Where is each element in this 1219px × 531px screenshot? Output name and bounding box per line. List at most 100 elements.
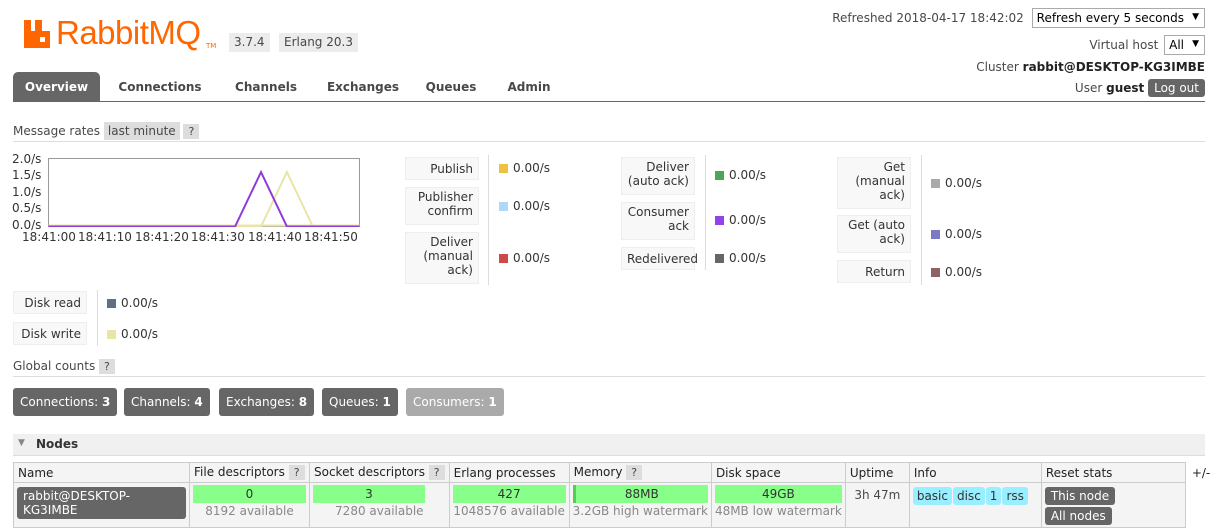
help-icon[interactable]: ? xyxy=(288,465,305,480)
disk-bar: 49GB xyxy=(714,485,842,503)
count-label: Exchanges: xyxy=(226,395,295,409)
divider xyxy=(13,376,1205,377)
info-tag-count[interactable]: 1 xyxy=(985,487,1002,505)
divider xyxy=(488,155,489,285)
rate-value: 0.00/s xyxy=(945,265,983,279)
help-icon[interactable]: ? xyxy=(626,465,643,480)
rate-deliver-manual-value: 0.00/s xyxy=(499,251,550,265)
plot-border xyxy=(48,158,360,227)
swatch xyxy=(499,164,508,173)
legend-redelivered[interactable]: Redelivered xyxy=(621,247,698,270)
col-memory: Memory ? xyxy=(568,462,712,483)
col-label: File descriptors xyxy=(194,465,285,479)
col-name[interactable]: Name xyxy=(13,462,190,483)
legend-deliver-manual-ack[interactable]: Deliver (manual ack) xyxy=(405,232,479,284)
swatch xyxy=(931,268,940,277)
channels-count-button[interactable]: Channels: 4 xyxy=(124,388,210,416)
rate-consumer-ack-value: 0.00/s xyxy=(715,213,766,227)
rate-value: 0.00/s xyxy=(121,296,159,310)
legend-publisher-confirm[interactable]: Publisher confirm xyxy=(405,187,479,225)
vhost-select[interactable]: All xyxy=(1164,35,1205,55)
swatch xyxy=(499,202,508,211)
reset-all-nodes-button[interactable]: All nodes xyxy=(1044,507,1112,525)
erlang-version-badge: Erlang 20.3 xyxy=(279,33,358,52)
col-reset-stats: Reset stats xyxy=(1040,462,1186,483)
table-header-row: Name File descriptors ? Socket descripto… xyxy=(13,462,1215,483)
tab-connections[interactable]: Connections xyxy=(110,72,210,102)
reset-cell: This node All nodes xyxy=(1040,482,1186,528)
y-tick-label: 2.0/s xyxy=(12,152,42,166)
rate-redelivered-value: 0.00/s xyxy=(715,251,766,265)
y-tick-label: 1.0/s xyxy=(12,185,42,199)
help-icon[interactable]: ? xyxy=(428,465,445,480)
swatch xyxy=(715,216,724,225)
divider xyxy=(921,155,922,285)
legend-get-auto-ack[interactable]: Get (auto ack) xyxy=(837,215,911,253)
count-label: Consumers: xyxy=(413,395,485,409)
info-tag-basic[interactable]: basic xyxy=(912,487,952,505)
rate-get-auto-value: 0.00/s xyxy=(931,227,982,241)
info-tag-disc[interactable]: disc xyxy=(952,487,985,505)
legend-deliver-auto-ack[interactable]: Deliver (auto ack) xyxy=(621,157,695,195)
connections-count-button[interactable]: Connections: 3 xyxy=(13,388,118,416)
ep-available: 1048576 available xyxy=(453,504,565,518)
rabbitmq-logo[interactable]: RabbitMQ TM xyxy=(22,14,222,52)
fd-bar: 0 xyxy=(193,485,306,503)
swatch xyxy=(107,299,116,308)
chart-plot-area xyxy=(48,158,360,227)
sd-bar: 3 xyxy=(313,485,425,503)
memory-cell: 88MB 3.2GB high watermark xyxy=(568,482,712,528)
consumers-count-button[interactable]: Consumers: 1 xyxy=(406,388,504,416)
sd-cell: 3 7280 available xyxy=(309,482,450,528)
table-row: rabbit@DESKTOP-KG3IMBE 0 8192 available 3… xyxy=(13,482,1215,528)
swatch xyxy=(499,254,508,263)
global-counts-header: Global counts ? xyxy=(13,359,115,374)
collapse-triangle-icon[interactable]: ▼ xyxy=(18,438,25,448)
tab-channels[interactable]: Channels xyxy=(221,72,311,102)
swatch xyxy=(107,330,116,339)
rabbit-logo-icon xyxy=(24,20,50,48)
rates-help-icon[interactable]: ? xyxy=(183,124,200,139)
count-label: Channels: xyxy=(131,395,191,409)
rates-period-selector[interactable]: last minute xyxy=(103,122,180,140)
main-tabs: Overview Connections Channels Exchanges … xyxy=(13,72,1205,102)
count-value: 1 xyxy=(488,395,497,409)
refresh-select[interactable]: Refresh every 5 seconds xyxy=(1031,8,1205,28)
nodes-section-header[interactable]: ▼ Nodes xyxy=(13,434,1205,456)
queues-count-button[interactable]: Queues: 1 xyxy=(322,388,398,416)
rate-value: 0.00/s xyxy=(729,251,767,265)
legend-disk-write[interactable]: Disk write xyxy=(13,322,87,345)
col-socket-descriptors: Socket descriptors ? xyxy=(309,462,450,483)
rate-publisher-confirm-value: 0.00/s xyxy=(499,199,550,213)
global-counts-help-icon[interactable]: ? xyxy=(99,359,115,374)
node-name-link[interactable]: rabbit@DESKTOP-KG3IMBE xyxy=(17,487,186,519)
tab-admin[interactable]: Admin xyxy=(497,72,561,102)
legend-consumer-ack[interactable]: Consumer ack xyxy=(621,202,695,240)
rate-value: 0.00/s xyxy=(945,227,983,241)
divider xyxy=(13,141,1205,142)
legend-disk-read[interactable]: Disk read xyxy=(13,291,87,314)
reset-this-node-button[interactable]: This node xyxy=(1044,487,1116,505)
logo-text: RabbitMQ xyxy=(56,14,201,51)
legend-publish[interactable]: Publish xyxy=(405,157,479,180)
count-label: Connections: xyxy=(20,395,99,409)
info-tag-rss[interactable]: rss xyxy=(1002,487,1028,505)
rate-value: 0.00/s xyxy=(729,168,767,182)
tab-queues[interactable]: Queues xyxy=(417,72,485,102)
rate-deliver-auto-value: 0.00/s xyxy=(715,168,766,182)
count-label: Queues: xyxy=(329,395,379,409)
legend-get-manual-ack[interactable]: Get (manual ack) xyxy=(837,157,911,209)
swatch xyxy=(715,254,724,263)
exchanges-count-button[interactable]: Exchanges: 8 xyxy=(219,388,315,416)
rate-publish-value: 0.00/s xyxy=(499,161,550,175)
columns-toggle[interactable]: +/- xyxy=(1185,462,1215,483)
count-value: 3 xyxy=(102,395,111,409)
refreshed-text: Refreshed 2018-04-17 18:42:02 xyxy=(832,11,1024,25)
sd-available: 7280 available xyxy=(335,504,424,518)
tab-exchanges[interactable]: Exchanges xyxy=(315,72,411,102)
rate-disk-read-value: 0.00/s xyxy=(107,296,158,310)
tab-overview[interactable]: Overview xyxy=(13,72,100,102)
legend-return[interactable]: Return xyxy=(837,260,911,283)
rate-value: 0.00/s xyxy=(121,327,159,341)
spacer xyxy=(1185,482,1215,528)
